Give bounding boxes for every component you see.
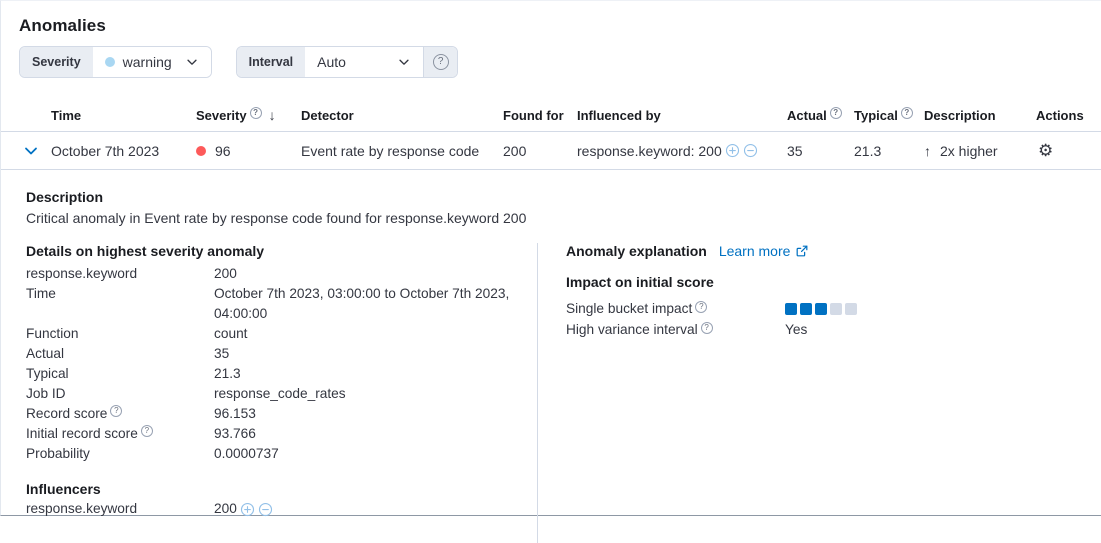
detail-row: Function count <box>26 324 521 344</box>
header-actual: Actual ? <box>787 108 854 123</box>
row-collapse-button[interactable] <box>23 143 39 159</box>
learn-more-link[interactable]: Learn more <box>719 243 810 259</box>
high-variance-value: Yes <box>785 319 807 340</box>
table-row: October 7th 2023 96 Event rate by respon… <box>1 132 1101 170</box>
arrow-up-icon: ↑ <box>924 143 931 159</box>
header-found-for: Found for <box>503 108 577 123</box>
interval-filter-group: Interval Auto ? <box>236 46 458 78</box>
high-variance-info-icon[interactable]: ? <box>701 322 713 334</box>
detail-row: Actual 35 <box>26 344 521 364</box>
interval-filter-label: Interval <box>237 47 305 77</box>
detail-row: Job ID response_code_rates <box>26 384 521 404</box>
sort-desc-icon[interactable]: ↓ <box>269 107 276 123</box>
high-variance-interval-row: High variance interval ? Yes <box>566 319 1086 340</box>
row-actions-gear-button[interactable]: ⚙ <box>1036 140 1055 161</box>
detail-row: Record score ? 96.153 <box>26 404 521 424</box>
cell-detector: Event rate by response code <box>301 143 503 159</box>
detail-row: Typical 21.3 <box>26 364 521 384</box>
description-title: Description <box>26 189 1101 205</box>
cell-actual: 35 <box>787 143 854 159</box>
header-detector: Detector <box>301 108 503 123</box>
details-column: Details on highest severity anomaly resp… <box>1 243 538 543</box>
single-bucket-impact-row: Single bucket impact ? <box>566 298 1086 319</box>
severity-score: 96 <box>215 143 231 159</box>
interval-help-button[interactable]: ? <box>423 47 457 77</box>
page-title: Anomalies <box>19 16 1101 36</box>
impact-square <box>785 303 797 315</box>
severity-filter-select[interactable]: warning <box>93 47 211 77</box>
chevron-down-icon <box>397 55 411 69</box>
typical-info-icon[interactable]: ? <box>901 107 913 119</box>
header-severity[interactable]: Severity ? ↓ <box>196 107 301 123</box>
anomalies-panel: Anomalies Severity warning Interval Auto… <box>0 0 1101 516</box>
interval-value: Auto <box>317 54 346 70</box>
header-typical: Typical ? <box>854 108 924 123</box>
detail-row: Time October 7th 2023, 03:00:00 to Octob… <box>26 284 521 324</box>
cell-description: ↑ 2x higher <box>924 143 1030 159</box>
question-in-circle-icon: ? <box>433 54 449 70</box>
impact-square <box>800 303 812 315</box>
initial-record-score-info-icon[interactable]: ? <box>141 425 153 437</box>
description-value: 2x higher <box>940 143 998 159</box>
filter-out-value-icon[interactable] <box>258 502 273 517</box>
anomaly-explanation-column: Anomaly explanation Learn more Impact on… <box>538 243 1101 543</box>
header-description: Description <box>924 108 1030 123</box>
cell-typical: 21.3 <box>854 143 924 159</box>
cell-time: October 7th 2023 <box>51 143 196 159</box>
impact-on-initial-score-title: Impact on initial score <box>566 274 1086 290</box>
chevron-down-icon <box>23 143 39 159</box>
expanded-row-details: Description Critical anomaly in Event ra… <box>1 170 1101 543</box>
record-score-info-icon[interactable]: ? <box>110 405 122 417</box>
cell-influenced-by: response.keyword: 200 <box>577 143 787 159</box>
chevron-down-icon <box>185 55 199 69</box>
severity-warning-dot <box>105 57 115 67</box>
actual-info-icon[interactable]: ? <box>830 107 842 119</box>
filter-for-value-icon[interactable] <box>240 502 255 517</box>
anomaly-explanation-title: Anomaly explanation <box>566 243 707 259</box>
detail-row: Initial record score ? 93.766 <box>26 424 521 444</box>
detail-row: Probability 0.0000737 <box>26 444 521 464</box>
influencers-block: Influencers response.keyword 200 <box>26 481 521 519</box>
filter-out-value-icon[interactable] <box>743 143 758 158</box>
filter-for-value-icon[interactable] <box>725 143 740 158</box>
anomaly-description-block: Description Critical anomaly in Event ra… <box>1 189 1101 243</box>
header-actions: Actions <box>1030 108 1101 123</box>
interval-select[interactable]: Auto <box>305 47 423 77</box>
detail-row: response.keyword 200 <box>26 264 521 284</box>
influencer-value: 200 <box>214 499 237 519</box>
external-link-icon <box>795 244 809 258</box>
header-time: Time <box>51 108 196 123</box>
description-text: Critical anomaly in Event rate by respon… <box>26 210 1101 226</box>
severity-filter-value: warning <box>123 54 177 70</box>
impact-square <box>815 303 827 315</box>
influencers-title: Influencers <box>26 481 521 497</box>
severity-filter-label: Severity <box>20 47 93 77</box>
single-bucket-impact-bar <box>785 303 857 315</box>
table-header-row: Time Severity ? ↓ Detector Found for Inf… <box>1 107 1101 132</box>
impact-square <box>830 303 842 315</box>
severity-critical-dot <box>196 146 206 156</box>
filter-bar: Severity warning Interval Auto ? <box>19 46 1101 78</box>
header-influenced-by: Influenced by <box>577 108 787 123</box>
cell-found-for: 200 <box>503 143 577 159</box>
severity-info-icon[interactable]: ? <box>250 107 262 119</box>
impact-square <box>845 303 857 315</box>
single-bucket-impact-info-icon[interactable]: ? <box>695 301 707 313</box>
influenced-by-value: response.keyword: 200 <box>577 143 722 159</box>
cell-severity: 96 <box>196 143 301 159</box>
severity-filter-group: Severity warning <box>19 46 212 78</box>
details-title: Details on highest severity anomaly <box>26 243 521 259</box>
anomalies-table: Time Severity ? ↓ Detector Found for Inf… <box>1 107 1101 543</box>
influencer-row: response.keyword 200 <box>26 499 521 519</box>
